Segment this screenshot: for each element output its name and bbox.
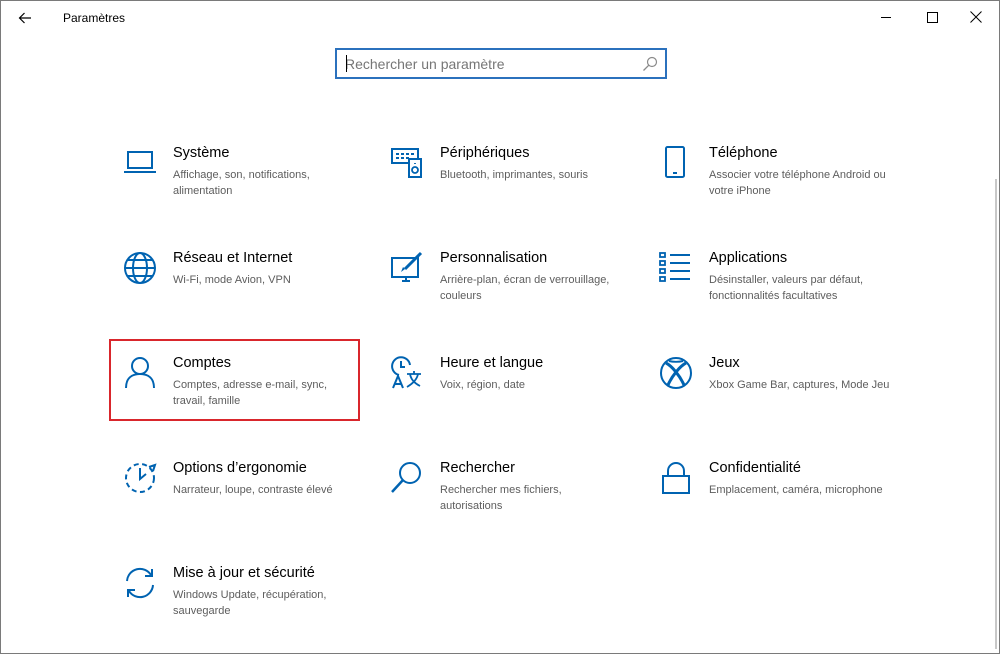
close-button[interactable]	[953, 1, 999, 33]
tile-reseau-internet[interactable]: Réseau et Internet Wi-Fi, mode Avion, VP…	[123, 250, 373, 333]
text-cursor	[346, 55, 347, 72]
back-button[interactable]	[9, 4, 41, 32]
maximize-icon	[926, 11, 938, 23]
tile-name: Mise à jour et sécurité	[173, 565, 315, 581]
highlight-box	[109, 339, 360, 421]
xbox-icon	[659, 356, 693, 390]
ease-of-access-icon	[123, 461, 157, 495]
close-icon	[970, 11, 982, 23]
settings-window: Paramètres Système Affichage, son, notif…	[0, 0, 1000, 654]
search-icon[interactable]	[642, 56, 658, 72]
tile-mise-a-jour-securite[interactable]: Mise à jour et sécurité Windows Update, …	[123, 565, 373, 648]
apps-list-icon	[659, 251, 693, 285]
tile-options-ergonomie[interactable]: Options d’ergonomie Narrateur, loupe, co…	[123, 460, 373, 543]
tile-description: Voix, région, date	[440, 379, 526, 391]
title-bar: Paramètres	[1, 1, 999, 35]
devices-icon	[390, 146, 424, 180]
tile-description: Associer votre téléphone Android ou votr…	[709, 169, 886, 197]
phone-icon	[659, 146, 693, 180]
tile-name: Périphériques	[440, 145, 530, 161]
tile-telephone[interactable]: Téléphone Associer votre téléphone Andro…	[659, 145, 909, 228]
tile-jeux[interactable]: Jeux Xbox Game Bar, captures, Mode Jeu	[659, 355, 909, 438]
tile-description: Arrière-plan, écran de verrouillage, cou…	[440, 274, 610, 302]
tile-personnalisation[interactable]: Personnalisation Arrière-plan, écran de …	[390, 250, 640, 333]
tile-description: Affichage, son, notifications, alimentat…	[173, 169, 310, 197]
window-title: Paramètres	[63, 11, 126, 25]
tile-systeme[interactable]: Système Affichage, son, notifications, a…	[123, 145, 373, 228]
tile-heure-langue[interactable]: Heure et langue Voix, région, date	[390, 355, 640, 438]
tile-description: Bluetooth, imprimantes, souris	[440, 169, 588, 181]
paint-brush-icon	[390, 251, 424, 285]
tile-applications[interactable]: Applications Désinstaller, valeurs par d…	[659, 250, 909, 333]
tile-description: Xbox Game Bar, captures, Mode Jeu	[709, 379, 890, 391]
search-box[interactable]	[335, 48, 667, 79]
scrollbar[interactable]	[995, 179, 997, 649]
tile-name: Jeux	[709, 355, 740, 371]
maximize-button[interactable]	[909, 1, 955, 33]
tile-name: Applications	[709, 250, 788, 266]
tile-description: Narrateur, loupe, contraste élevé	[173, 484, 333, 496]
tile-description: Rechercher mes fichiers, autorisations	[440, 484, 562, 512]
tile-rechercher[interactable]: Rechercher Rechercher mes fichiers, auto…	[390, 460, 640, 543]
lock-icon	[659, 461, 693, 495]
tile-name: Rechercher	[440, 460, 515, 476]
minimize-button[interactable]	[863, 1, 909, 33]
arrow-left-icon	[18, 12, 31, 24]
tile-confidentialite[interactable]: Confidentialité Emplacement, caméra, mic…	[659, 460, 909, 543]
tile-name: Options d’ergonomie	[173, 460, 307, 476]
globe-icon	[123, 251, 157, 285]
tile-description: Emplacement, caméra, microphone	[709, 484, 883, 496]
tile-peripheriques[interactable]: Périphériques Bluetooth, imprimantes, so…	[390, 145, 640, 228]
update-sync-icon	[123, 566, 157, 600]
time-language-icon	[390, 356, 424, 390]
tile-name: Heure et langue	[440, 355, 544, 371]
tile-description: Windows Update, récupération, sauvegarde	[173, 589, 327, 617]
minimize-icon	[880, 16, 891, 18]
tile-name: Confidentialité	[709, 460, 801, 476]
search-input[interactable]	[345, 54, 635, 73]
laptop-icon	[123, 146, 157, 180]
tile-name: Téléphone	[709, 145, 778, 161]
tile-name: Système	[173, 145, 230, 161]
tile-description: Wi-Fi, mode Avion, VPN	[173, 274, 291, 286]
magnifier-icon	[390, 461, 424, 495]
tile-name: Réseau et Internet	[173, 250, 293, 266]
tile-description: Désinstaller, valeurs par défaut, foncti…	[709, 274, 864, 302]
tile-name: Personnalisation	[440, 250, 548, 266]
